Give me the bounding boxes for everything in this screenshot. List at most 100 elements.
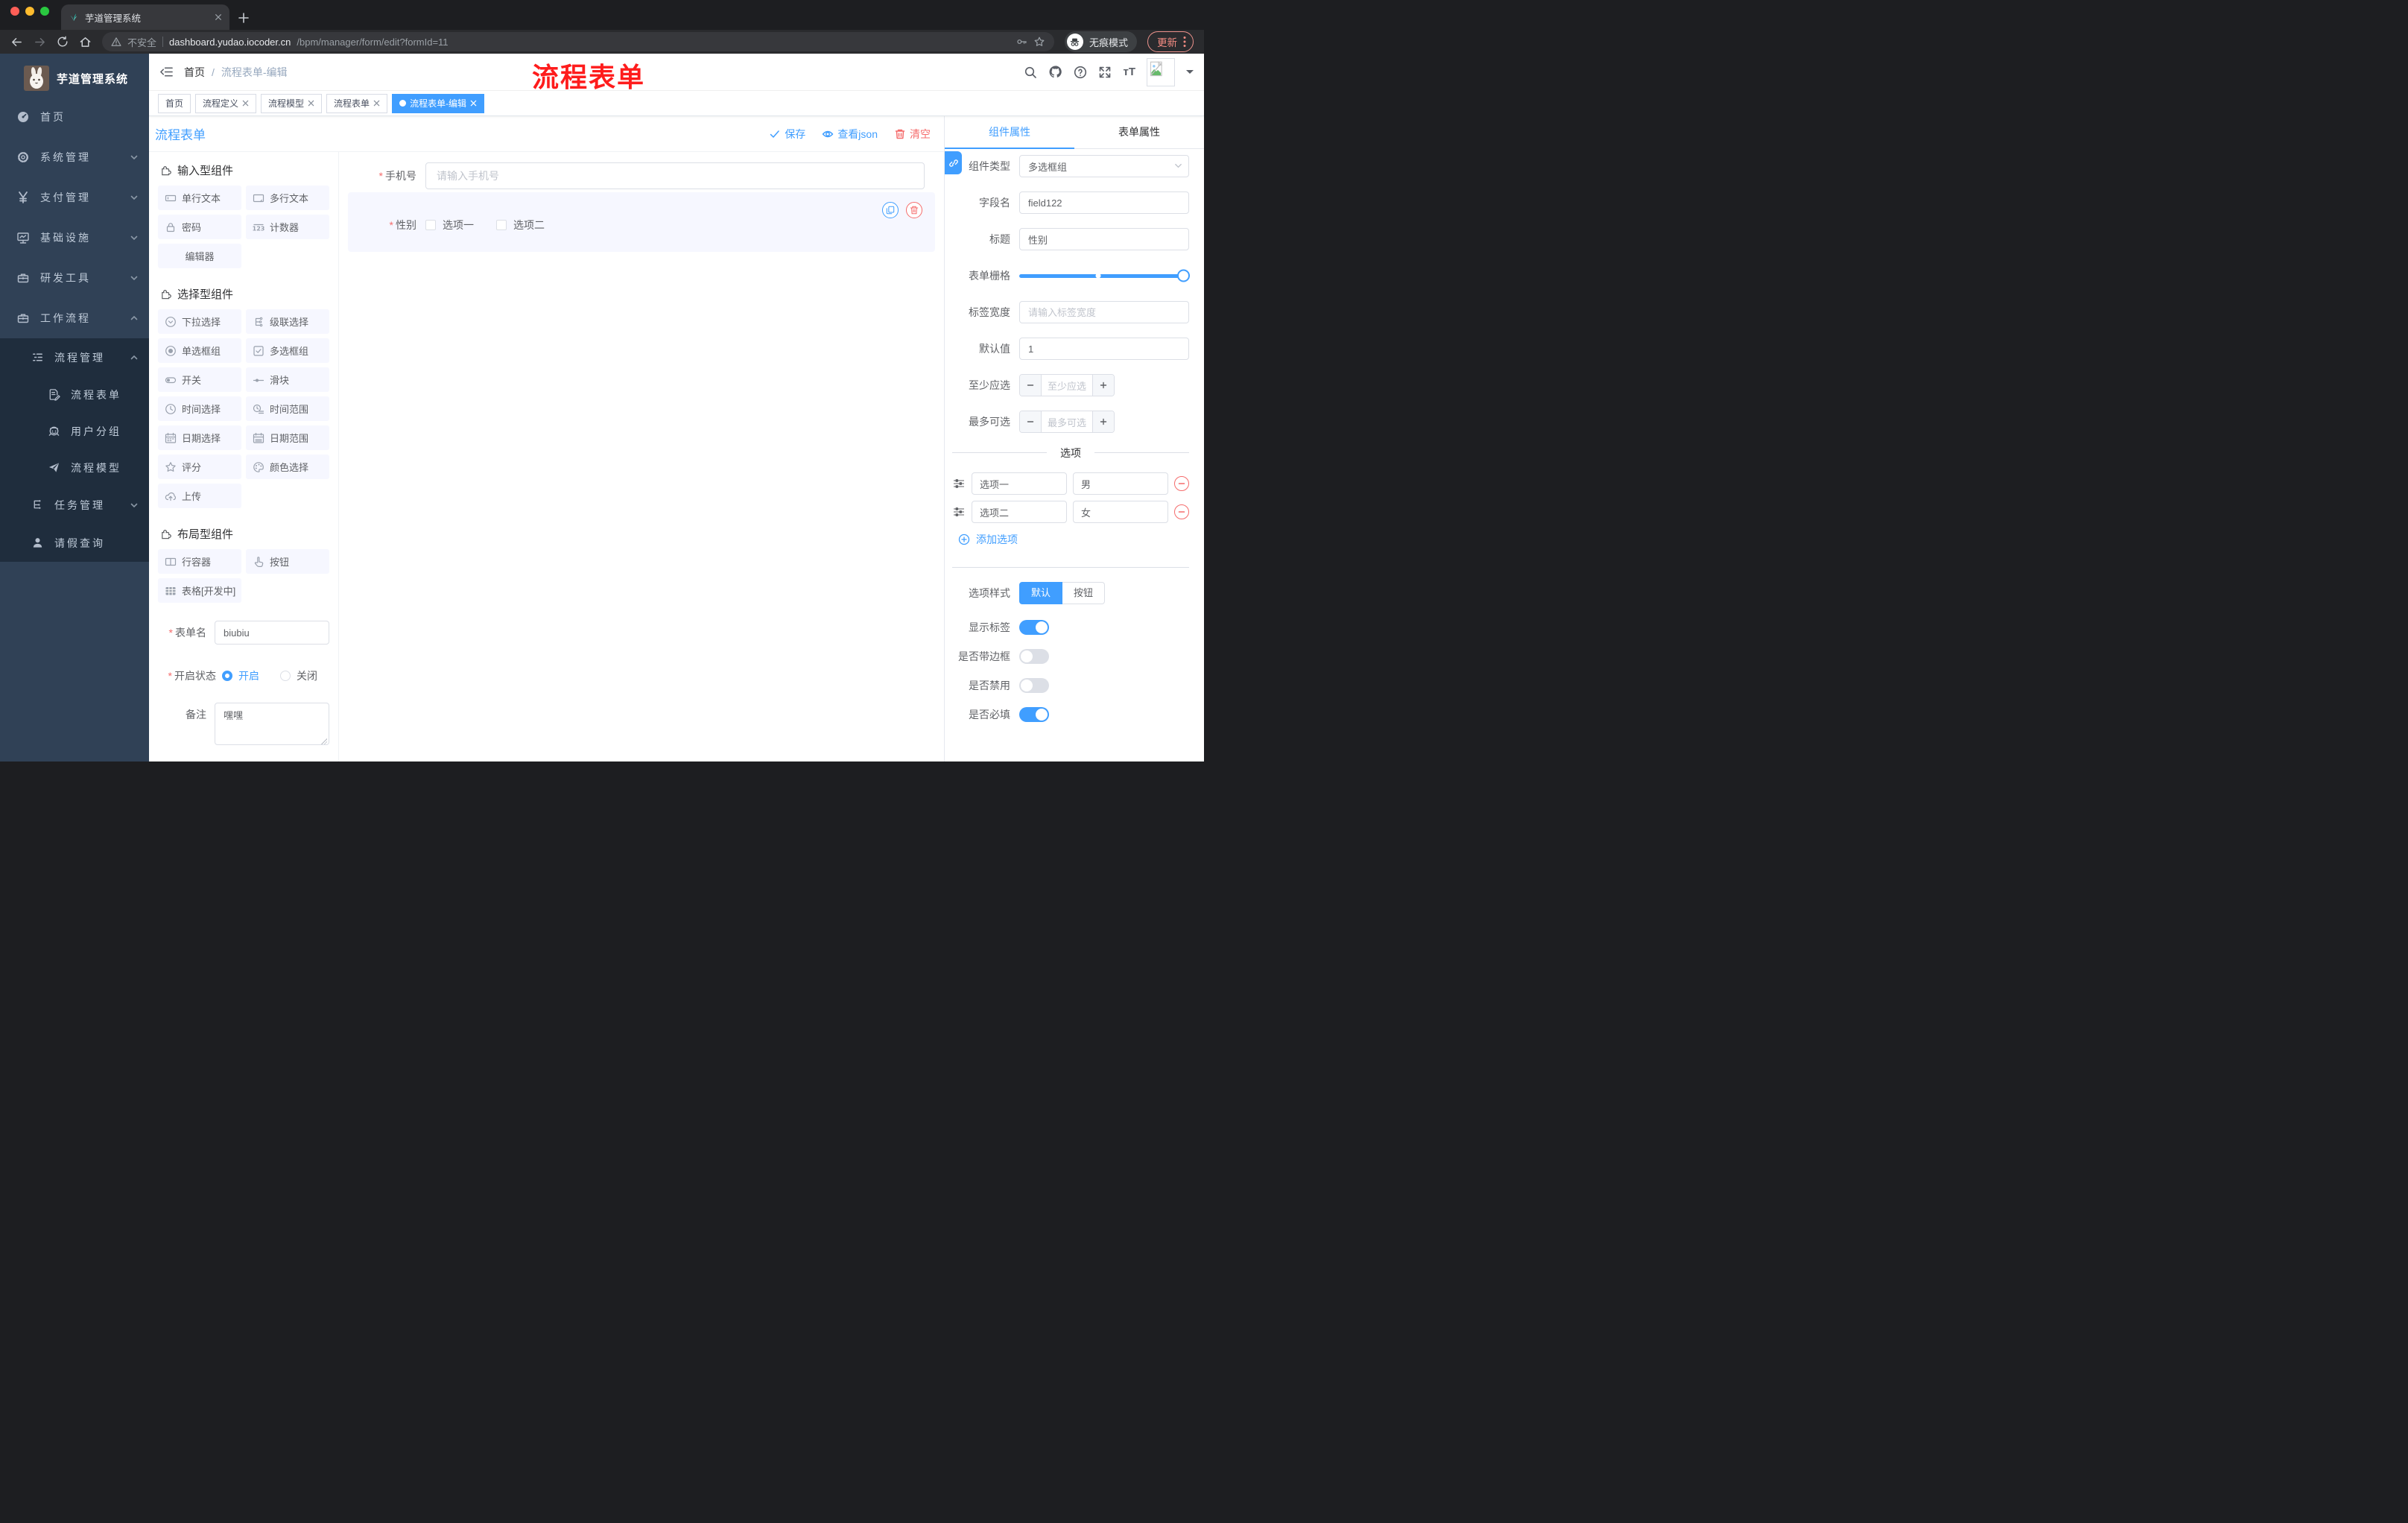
tab-close-icon[interactable] (215, 13, 222, 21)
zoom-window-button[interactable] (40, 7, 49, 16)
drag-handle-icon[interactable] (952, 477, 966, 490)
palette-item-editor[interactable]: 编辑器 (158, 244, 241, 268)
link-drawer-handle[interactable] (945, 151, 962, 174)
stepper-value[interactable]: 至少应选 (1041, 375, 1093, 396)
back-icon[interactable] (10, 36, 23, 48)
gender-option2-checkbox[interactable]: 选项二 (496, 218, 545, 232)
update-button[interactable]: 更新 (1147, 31, 1194, 52)
slider-handle[interactable] (1177, 269, 1190, 282)
gender-option1-checkbox[interactable]: 选项一 (425, 218, 474, 232)
clear-button[interactable]: 清空 (894, 127, 931, 142)
add-option-button[interactable]: 添加选项 (958, 532, 1189, 547)
title-input[interactable] (1019, 228, 1189, 250)
not-secure-warning-icon[interactable] (111, 37, 121, 47)
sidebar-collapse-button[interactable] (149, 65, 184, 79)
palette-item-color-picker[interactable]: 颜色选择 (246, 455, 329, 479)
form-name-input[interactable] (215, 621, 329, 645)
forward-icon[interactable] (34, 36, 46, 48)
sidebar-item-system[interactable]: 系统管理 (0, 137, 149, 177)
home-icon[interactable] (79, 36, 92, 48)
password-key-icon[interactable] (1016, 36, 1027, 48)
stepper-decrease-button[interactable] (1020, 375, 1041, 396)
tag-process-model[interactable]: 流程模型 (261, 93, 323, 113)
sidebar-item-process-form[interactable]: 流程表单 (0, 376, 149, 413)
stepper-increase-button[interactable] (1093, 411, 1114, 432)
address-bar[interactable]: 不安全 dashboard.yudao.iocoder.cn /bpm/mana… (102, 32, 1054, 51)
style-default-button[interactable]: 默认 (1019, 582, 1063, 604)
style-button-button[interactable]: 按钮 (1062, 582, 1106, 604)
stepper-decrease-button[interactable] (1020, 411, 1041, 432)
option-name-input[interactable] (972, 472, 1067, 495)
sidebar-item-process-model[interactable]: 流程模型 (0, 449, 149, 486)
search-icon[interactable] (1024, 66, 1037, 79)
tag-process-form[interactable]: 流程表单 (326, 93, 388, 113)
phone-input[interactable] (425, 162, 925, 189)
tag-close-icon[interactable] (470, 100, 477, 107)
palette-item-counter[interactable]: 123 计数器 (246, 215, 329, 239)
reload-icon[interactable] (57, 36, 69, 48)
palette-item-password[interactable]: 密码 (158, 215, 241, 239)
minimize-window-button[interactable] (25, 7, 34, 16)
palette-item-switch[interactable]: 开关 (158, 367, 241, 392)
fullscreen-icon[interactable] (1098, 66, 1112, 79)
form-grid-slider[interactable] (1019, 265, 1190, 287)
palette-item-upload[interactable]: 上传 (158, 484, 241, 508)
palette-item-cascader[interactable]: 级联选择 (246, 309, 329, 334)
palette-item-button[interactable]: 按钮 (246, 549, 329, 574)
option-name-input[interactable] (972, 501, 1067, 523)
sidebar-item-infrastructure[interactable]: 基础设施 (0, 218, 149, 258)
bookmark-star-icon[interactable] (1033, 36, 1045, 48)
copy-component-button[interactable] (882, 202, 899, 218)
sidebar-item-workflow[interactable]: 工作流程 (0, 298, 149, 338)
sidebar-item-leave-query[interactable]: 请假查询 (0, 524, 149, 562)
stepper-value[interactable]: 最多可选 (1041, 411, 1093, 432)
remove-option-button[interactable] (1174, 504, 1189, 519)
label-width-input[interactable] (1019, 301, 1189, 323)
disabled-switch[interactable] (1019, 678, 1049, 693)
option-value-input[interactable] (1073, 501, 1168, 523)
sidebar-item-task-management[interactable]: 任务管理 (0, 486, 149, 524)
github-icon[interactable] (1048, 65, 1062, 79)
border-switch[interactable] (1019, 649, 1049, 664)
sidebar-item-dev-tools[interactable]: 研发工具 (0, 258, 149, 298)
delete-component-button[interactable] (906, 202, 922, 218)
show-label-switch[interactable] (1019, 620, 1049, 635)
tag-close-icon[interactable] (373, 100, 380, 107)
tab-component-props[interactable]: 组件属性 (945, 116, 1074, 149)
palette-item-checkbox-group[interactable]: 多选框组 (246, 338, 329, 363)
view-json-button[interactable]: 查看json (822, 127, 878, 142)
status-off-radio[interactable]: 关闭 (280, 668, 317, 683)
drag-handle-icon[interactable] (952, 505, 966, 519)
tag-process-definition[interactable]: 流程定义 (195, 93, 257, 113)
default-value-input[interactable] (1019, 338, 1189, 360)
stepper-increase-button[interactable] (1093, 375, 1114, 396)
canvas-field-gender-selected[interactable]: 性别 选项一 选项二 (348, 192, 935, 252)
slider-track[interactable] (1019, 269, 1190, 282)
sidebar-item-user-group[interactable]: 用户分组 (0, 413, 149, 449)
palette-item-time-range[interactable]: 时间范围 (246, 396, 329, 421)
save-button[interactable]: 保存 (769, 127, 805, 142)
browser-menu-icon[interactable] (1183, 36, 1186, 48)
palette-item-time-picker[interactable]: 时间选择 (158, 396, 241, 421)
sidebar-item-payment[interactable]: 支付管理 (0, 177, 149, 218)
canvas-field-phone[interactable]: 手机号 (348, 162, 935, 189)
window-controls[interactable] (10, 0, 49, 24)
tag-close-icon[interactable] (242, 100, 249, 107)
new-tab-button[interactable] (238, 13, 249, 23)
avatar[interactable] (1147, 57, 1175, 86)
font-size-icon[interactable]: ᴛT (1123, 66, 1135, 78)
palette-item-table[interactable]: 表格[开发中] (158, 578, 241, 603)
required-switch[interactable] (1019, 707, 1049, 722)
palette-item-rate[interactable]: 评分 (158, 455, 241, 479)
palette-item-date-range[interactable]: 日期范围 (246, 425, 329, 450)
sidebar-item-home[interactable]: 首页 (0, 97, 149, 137)
palette-item-single-line-text[interactable]: 单行文本 (158, 186, 241, 210)
status-on-radio[interactable]: 开启 (222, 668, 259, 683)
form-canvas[interactable]: 手机号 (339, 152, 944, 762)
palette-item-radio-group[interactable]: 单选框组 (158, 338, 241, 363)
palette-item-date-picker[interactable]: 日期选择 (158, 425, 241, 450)
palette-item-row-container[interactable]: 行容器 (158, 549, 241, 574)
breadcrumb-home[interactable]: 首页 (184, 65, 205, 80)
palette-item-slider[interactable]: 滑块 (246, 367, 329, 392)
tag-close-icon[interactable] (308, 100, 314, 107)
